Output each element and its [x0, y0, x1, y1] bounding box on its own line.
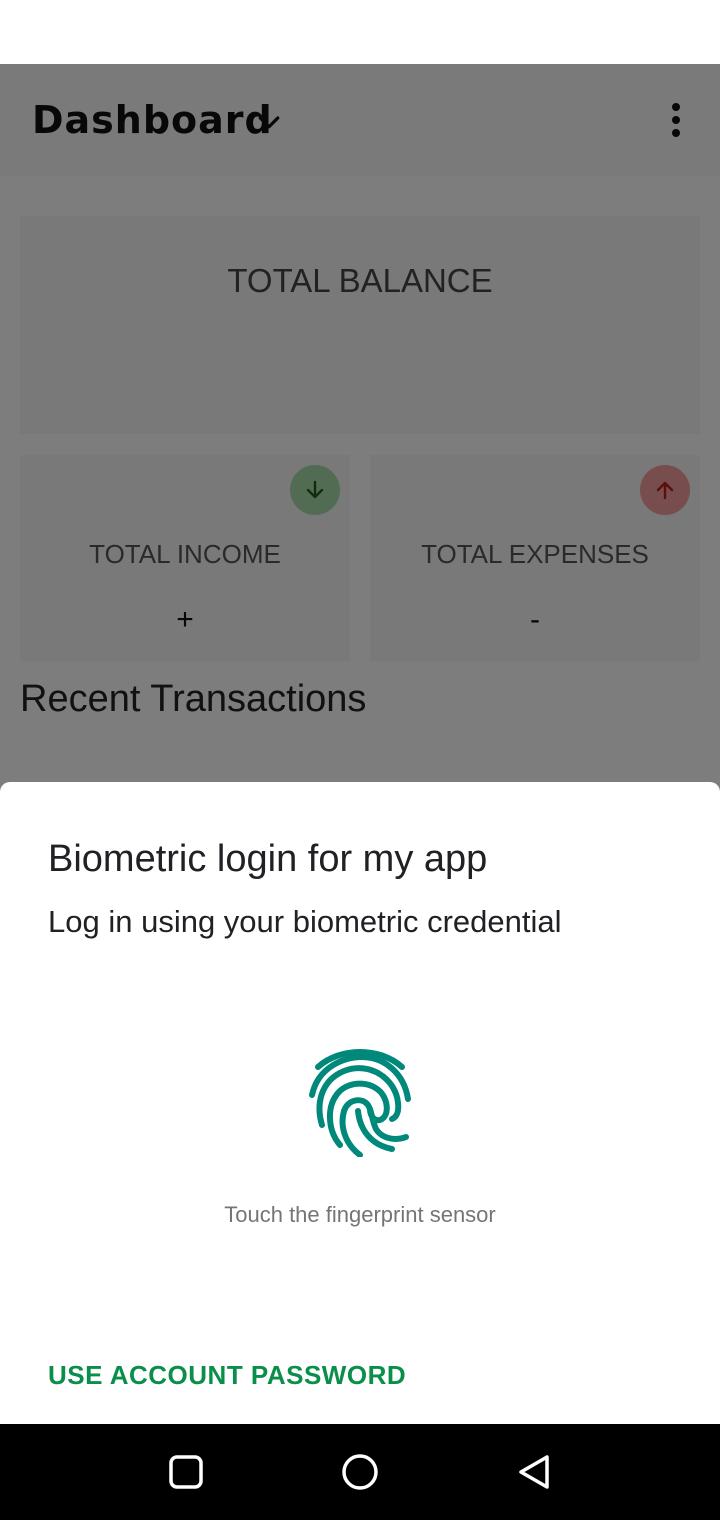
- biometric-title: Biometric login for my app: [48, 838, 488, 880]
- home-circle-icon[interactable]: [340, 1452, 380, 1492]
- biometric-subtitle: Log in using your biometric credential: [48, 904, 562, 939]
- fingerprint-icon: [309, 1049, 411, 1157]
- recents-square-icon[interactable]: [166, 1452, 206, 1492]
- use-account-password-button[interactable]: USE ACCOUNT PASSWORD: [48, 1360, 406, 1391]
- system-nav-bar: [0, 1424, 720, 1520]
- back-triangle-icon[interactable]: [514, 1452, 554, 1492]
- status-bar: [0, 0, 720, 64]
- fingerprint-hint: Touch the fingerprint sensor: [224, 1202, 496, 1227]
- biometric-prompt-sheet: Biometric login for my app Log in using …: [0, 782, 720, 1424]
